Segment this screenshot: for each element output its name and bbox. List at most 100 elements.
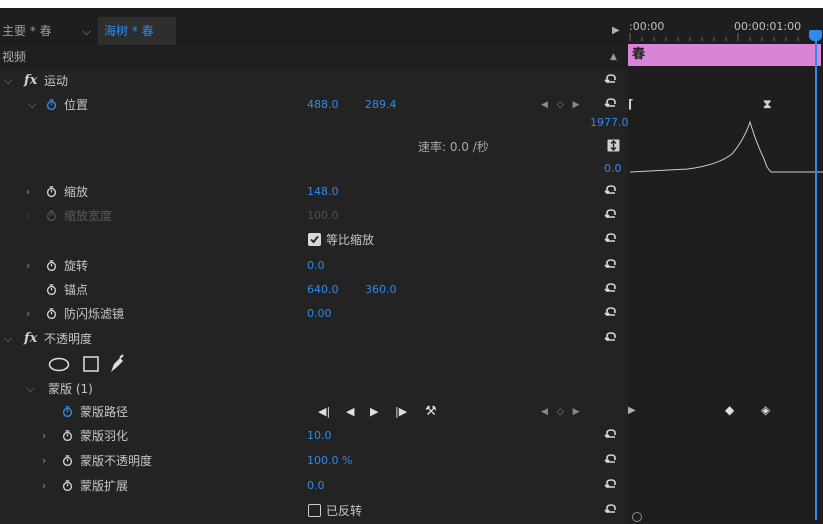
graph-min-value: 0.0: [604, 162, 622, 175]
keyframe-nav[interactable]: ◀ ◇ ▶: [541, 93, 583, 117]
reset-icon[interactable]: [604, 73, 618, 87]
position-label: 位置: [64, 98, 89, 112]
scale-width-row: › 缩放宽度 100.0: [0, 204, 628, 228]
anchor-x-value[interactable]: 640.0: [307, 278, 339, 302]
play-triangle-icon[interactable]: ▶: [628, 405, 636, 416]
mask-label: 蒙版 (1): [48, 382, 93, 396]
keyframe-diamond-icon[interactable]: ◆: [725, 403, 734, 417]
mask-expansion-row[interactable]: › 蒙版扩展 0.0: [0, 474, 628, 498]
anchor-row[interactable]: 锚点 640.0 360.0: [0, 278, 628, 302]
chevron-down-icon[interactable]: ⌵: [28, 93, 36, 117]
chevron-down-icon[interactable]: ⌵: [4, 69, 12, 93]
reset-icon[interactable]: [604, 97, 618, 111]
mask-row[interactable]: ⌵ 蒙版 (1): [0, 377, 628, 401]
anchor-y-value[interactable]: 360.0: [365, 278, 397, 302]
track-backward-frame-icon[interactable]: ◀|: [318, 400, 330, 424]
reset-icon[interactable]: [604, 453, 618, 467]
timeline-zoom-handle[interactable]: [632, 512, 642, 522]
mask-path-label: 蒙版路径: [80, 405, 129, 419]
chevron-right-icon[interactable]: ›: [26, 180, 30, 204]
track-backward-icon[interactable]: ◀: [346, 400, 354, 424]
rotation-row[interactable]: › 旋转 0.0: [0, 254, 628, 278]
chevron-right-icon[interactable]: ›: [42, 424, 46, 448]
stopwatch-icon-active[interactable]: [46, 99, 57, 110]
scale-width-label: 缩放宽度: [64, 209, 113, 223]
ruler-start-time: :00:00: [629, 20, 665, 33]
stopwatch-icon[interactable]: [46, 284, 57, 295]
fx-icon[interactable]: fx: [24, 327, 37, 351]
opacity-effect-row[interactable]: ⌵ fx 不透明度: [0, 327, 628, 351]
chevron-down-icon[interactable]: ⌵: [82, 17, 91, 45]
reset-icon[interactable]: [604, 184, 618, 198]
wrench-icon[interactable]: ⚒: [425, 400, 437, 424]
reset-icon[interactable]: [604, 503, 618, 517]
chevron-right-icon[interactable]: ›: [42, 449, 46, 473]
reset-icon[interactable]: [604, 282, 618, 296]
rotation-value[interactable]: 0.0: [307, 254, 325, 278]
keyframe-nav[interactable]: ◀ ◇ ▶: [541, 400, 583, 424]
anti-flicker-value[interactable]: 0.00: [307, 302, 332, 326]
scale-label: 缩放: [64, 185, 89, 199]
scale-row[interactable]: › 缩放 148.0: [0, 180, 628, 204]
fx-icon[interactable]: fx: [24, 69, 37, 93]
velocity-curve-graph[interactable]: [628, 118, 823, 178]
rectangle-mask-icon[interactable]: [83, 356, 99, 372]
stopwatch-icon[interactable]: [46, 260, 57, 271]
mask-inverted-label[interactable]: 已反转: [326, 499, 362, 523]
stopwatch-icon[interactable]: [62, 480, 73, 491]
track-forward-icon[interactable]: ▶: [370, 400, 378, 424]
stopwatch-icon[interactable]: [62, 430, 73, 441]
chevron-right-icon[interactable]: ›: [26, 254, 30, 278]
playhead-handle[interactable]: [809, 30, 822, 41]
main-sequence-tab[interactable]: 主要 * 春: [0, 17, 56, 45]
ruler-end-time: 00:00:01:00: [734, 20, 802, 33]
playhead-line[interactable]: [815, 36, 817, 520]
position-row[interactable]: ⌵ 位置 488.0 289.4 ◀ ◇ ▶: [0, 93, 628, 117]
panel-header: [0, 8, 628, 45]
motion-effect-row[interactable]: ⌵ fx 运动: [0, 69, 628, 93]
clip-bar[interactable]: [628, 44, 821, 66]
mask-opacity-value[interactable]: 100.0 %: [307, 449, 352, 473]
uniform-scale-label[interactable]: 等比缩放: [326, 228, 374, 252]
keyframe-hourglass-icon[interactable]: ⧗: [763, 97, 771, 112]
reset-icon[interactable]: [604, 478, 618, 492]
scale-value[interactable]: 148.0: [307, 180, 339, 204]
mask-expansion-value[interactable]: 0.0: [307, 474, 325, 498]
reset-icon[interactable]: [604, 331, 618, 345]
stopwatch-icon[interactable]: [46, 186, 57, 197]
chevron-down-icon[interactable]: ⌵: [4, 327, 12, 351]
reset-icon[interactable]: [604, 258, 618, 272]
ruler-ticks: [629, 33, 799, 41]
collapse-up-icon[interactable]: ▲: [610, 45, 617, 69]
pen-mask-icon[interactable]: [108, 354, 126, 374]
position-x-value[interactable]: 488.0: [307, 93, 339, 117]
mask-inverted-checkbox[interactable]: [308, 504, 321, 517]
position-y-value[interactable]: 289.4: [365, 93, 397, 117]
stopwatch-icon-active[interactable]: [62, 406, 73, 417]
video-section-label: 视频: [2, 50, 27, 64]
reset-icon[interactable]: [604, 306, 618, 320]
keyframe-diamond-icon[interactable]: ◈: [761, 403, 770, 417]
stopwatch-icon[interactable]: [62, 455, 73, 466]
mask-feather-row[interactable]: › 蒙版羽化 10.0: [0, 424, 628, 448]
chevron-right-icon[interactable]: ›: [42, 474, 46, 498]
mask-path-row[interactable]: 蒙版路径 ◀| ◀ ▶ |▶ ⚒ ◀ ◇ ▶: [0, 400, 628, 424]
chevron-down-icon[interactable]: ⌵: [26, 377, 34, 401]
clip-tab[interactable]: 海树 * 春: [98, 17, 176, 45]
reset-icon[interactable]: [604, 428, 618, 442]
keyframe-bracket-in-icon[interactable]: ⌈: [628, 97, 633, 111]
anti-flicker-row[interactable]: › 防闪烁滤镜 0.00: [0, 302, 628, 326]
mask-opacity-row[interactable]: › 蒙版不透明度 100.0 %: [0, 449, 628, 473]
time-ruler[interactable]: :00:00 00:00:01:00: [628, 17, 823, 41]
graph-toggle-icon[interactable]: [607, 139, 620, 152]
stopwatch-icon[interactable]: [46, 308, 57, 319]
reset-icon[interactable]: [604, 208, 618, 222]
mask-feather-value[interactable]: 10.0: [307, 424, 332, 448]
ellipse-mask-icon[interactable]: [48, 357, 70, 372]
play-triangle-icon[interactable]: ▶: [612, 17, 620, 45]
uniform-scale-checkbox[interactable]: [308, 233, 321, 246]
reset-icon[interactable]: [604, 232, 618, 246]
track-forward-frame-icon[interactable]: |▶: [395, 400, 407, 424]
chevron-right-icon[interactable]: ›: [26, 302, 30, 326]
mask-feather-label: 蒙版羽化: [80, 429, 129, 443]
